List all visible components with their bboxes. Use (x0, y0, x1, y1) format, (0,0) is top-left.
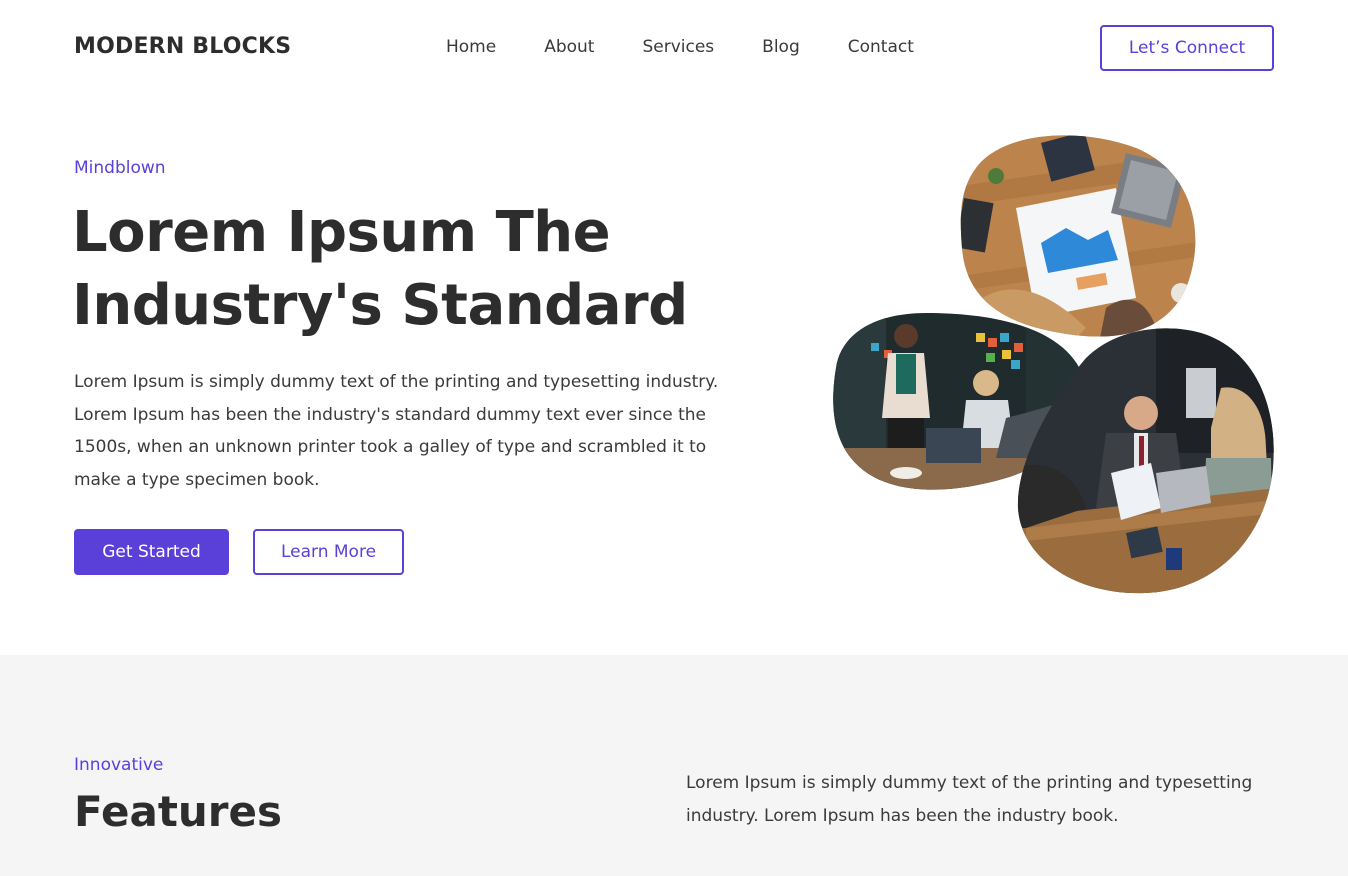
lets-connect-button[interactable]: Let’s Connect (1100, 25, 1274, 71)
nav-blog[interactable]: Blog (762, 37, 800, 57)
features-description: Lorem Ipsum is simply dummy text of the … (686, 773, 1253, 826)
get-started-button[interactable]: Get Started (74, 529, 229, 575)
nav-services[interactable]: Services (642, 37, 714, 57)
hero-title: Lorem Ipsum The Industry's Standard (72, 200, 688, 338)
hero-image-collage (826, 128, 1286, 600)
hero-description: Lorem Ipsum is simply dummy text of the … (74, 372, 719, 490)
nav-contact[interactable]: Contact (848, 37, 914, 57)
nav-about[interactable]: About (544, 37, 594, 57)
learn-more-button[interactable]: Learn More (253, 529, 404, 575)
logo[interactable]: MODERN BLOCKS (74, 34, 291, 59)
features-eyebrow: Innovative (74, 755, 164, 775)
nav-home[interactable]: Home (446, 37, 496, 57)
site-header: MODERN BLOCKS Home About Services Blog C… (0, 0, 1348, 96)
main-nav: Home About Services Blog Contact (446, 37, 914, 57)
hero-eyebrow: Mindblown (74, 158, 166, 178)
features-section: Innovative Features Lorem Ipsum is simpl… (0, 655, 1348, 876)
features-title: Features (74, 787, 282, 836)
